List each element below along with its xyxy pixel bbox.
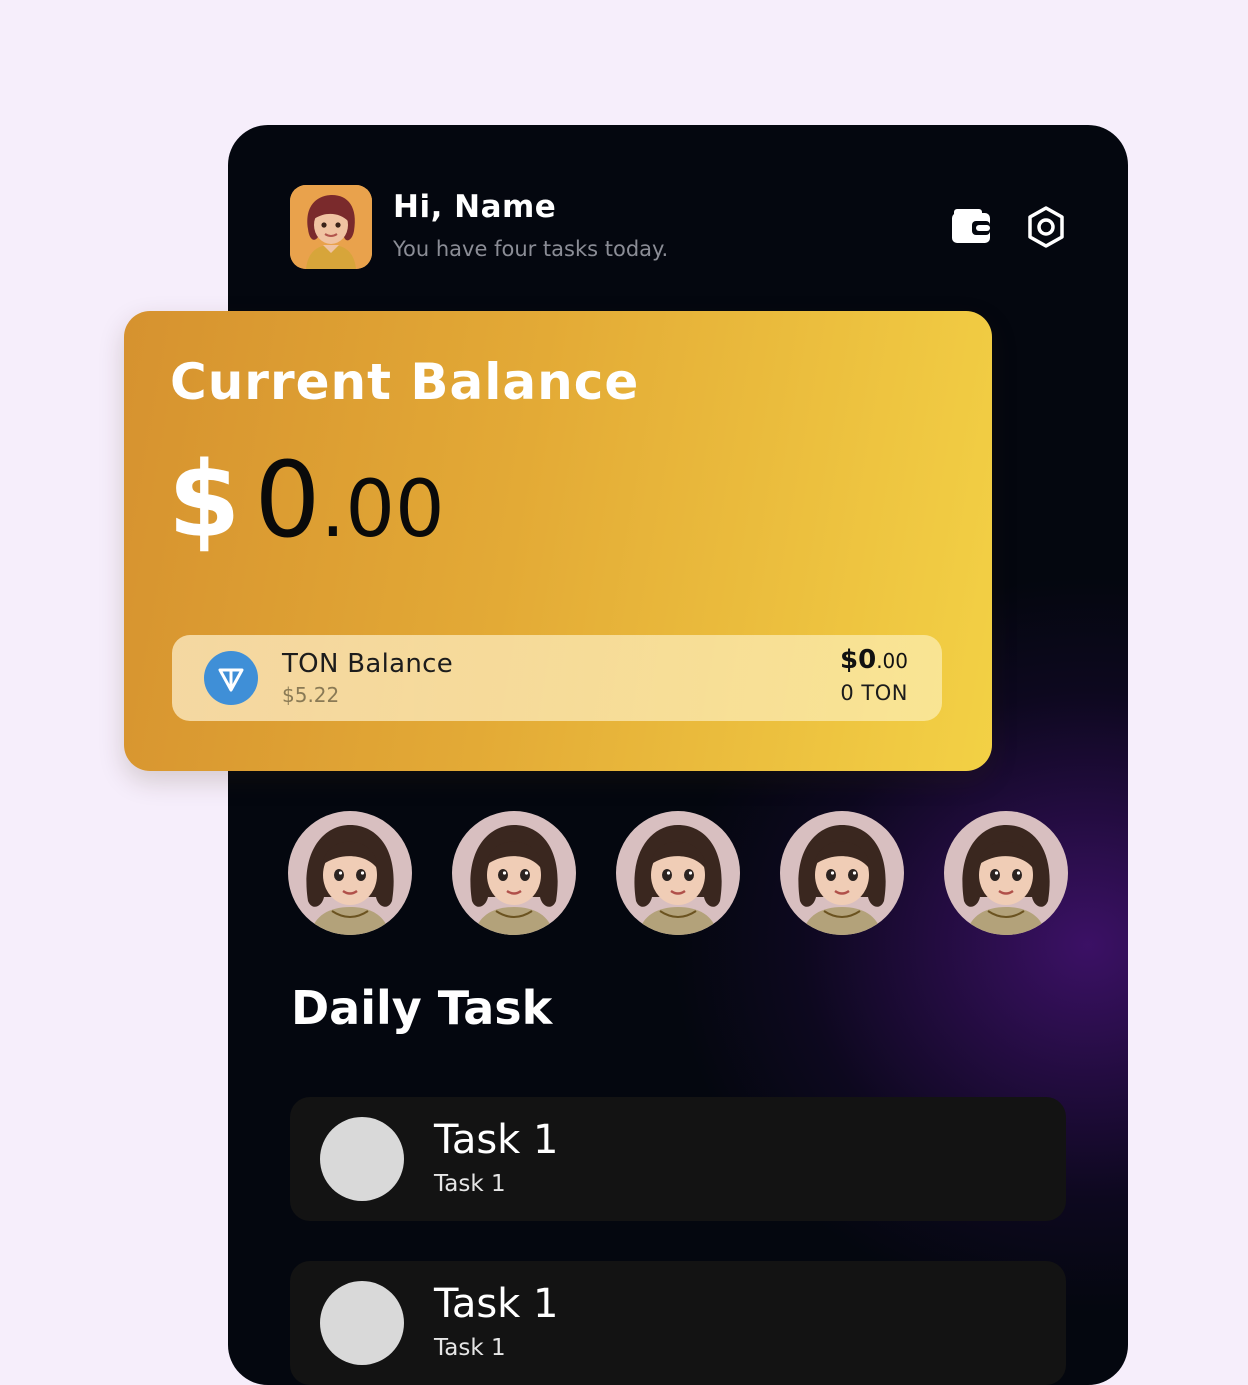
task-subtitle: Task 1 bbox=[434, 1335, 506, 1361]
friend-avatar[interactable] bbox=[452, 811, 576, 935]
task-card[interactable]: Task 1 Task 1 bbox=[290, 1097, 1066, 1221]
girl-avatar-icon bbox=[452, 811, 576, 935]
task-title: Task 1 bbox=[434, 1281, 559, 1327]
balance-currency-symbol: $ bbox=[168, 439, 241, 561]
friend-avatar[interactable] bbox=[288, 811, 412, 935]
ton-usd-amount: $0.00 bbox=[840, 645, 908, 675]
daily-task-heading: Daily Task bbox=[291, 981, 553, 1035]
ton-amount-decimal: .00 bbox=[876, 649, 908, 673]
ton-amount-symbol: $ bbox=[840, 645, 859, 675]
ton-amount: 0 TON bbox=[840, 681, 908, 705]
ton-amount-integer: 0 bbox=[858, 645, 877, 675]
settings-button[interactable] bbox=[1024, 205, 1068, 249]
balance-amount: $0.00 bbox=[168, 439, 445, 569]
balance-title: Current Balance bbox=[170, 353, 640, 411]
user-avatar[interactable] bbox=[290, 185, 372, 269]
greeting-subtitle: You have four tasks today. bbox=[393, 237, 669, 261]
task-title: Task 1 bbox=[434, 1117, 559, 1163]
task-icon-placeholder bbox=[320, 1281, 404, 1365]
girl-avatar-icon bbox=[288, 811, 412, 935]
friend-avatar[interactable] bbox=[780, 811, 904, 935]
balance-decimal: .00 bbox=[320, 465, 445, 555]
ton-balance-row[interactable]: TON Balance $5.22 $0.00 0 TON bbox=[172, 635, 942, 721]
friend-avatar[interactable] bbox=[616, 811, 740, 935]
girl-avatar-icon bbox=[780, 811, 904, 935]
ton-icon bbox=[204, 651, 258, 705]
task-card[interactable]: Task 1 Task 1 bbox=[290, 1261, 1066, 1385]
ton-usd-rate: $5.22 bbox=[282, 683, 340, 707]
current-balance-card: Current Balance $0.00 TON Balance $5.22 … bbox=[124, 311, 992, 771]
wallet-button[interactable] bbox=[950, 207, 994, 247]
task-subtitle: Task 1 bbox=[434, 1171, 506, 1197]
ton-balance-label: TON Balance bbox=[282, 649, 454, 679]
girl-avatar-icon bbox=[616, 811, 740, 935]
greeting-title: Hi, Name bbox=[393, 189, 557, 225]
user-avatar-icon bbox=[290, 185, 372, 269]
settings-hex-icon bbox=[1028, 206, 1064, 248]
wallet-icon bbox=[952, 209, 990, 243]
task-icon-placeholder bbox=[320, 1117, 404, 1201]
friend-avatar[interactable] bbox=[944, 811, 1068, 935]
balance-integer: 0 bbox=[254, 439, 321, 561]
girl-avatar-icon bbox=[944, 811, 1068, 935]
